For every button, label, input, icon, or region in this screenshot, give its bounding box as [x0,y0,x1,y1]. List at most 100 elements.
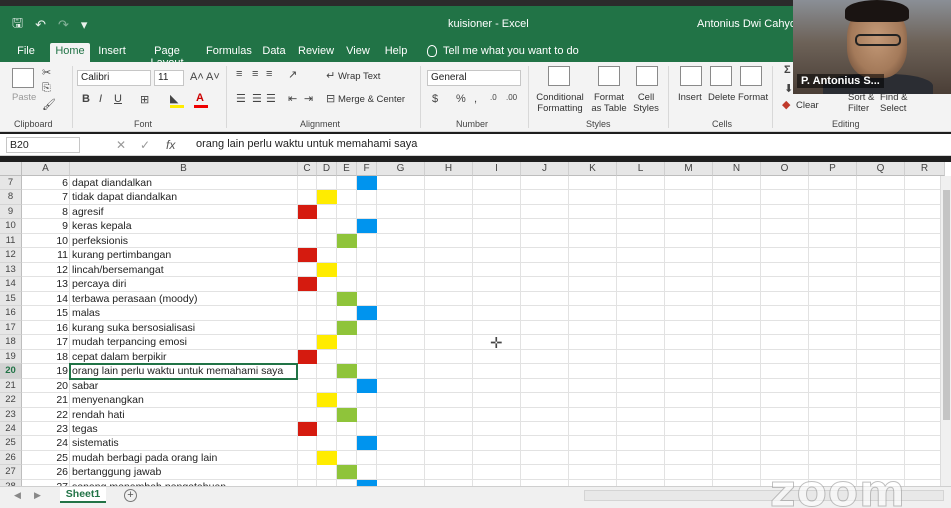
cell-number[interactable]: 20 [22,379,70,393]
insert-function-button[interactable]: fx [166,138,175,152]
cell-number[interactable]: 13 [22,277,70,291]
cell-text[interactable]: mudah terpancing emosi [72,335,187,349]
paste-icon[interactable] [12,68,34,88]
tab-review[interactable]: Review [298,43,334,62]
row-header[interactable]: 16 [0,306,22,321]
cell-number[interactable]: 24 [22,436,70,450]
cell-styles-button[interactable]: Cell Styles [632,92,660,114]
find-select-button[interactable]: Find & Select [880,92,914,114]
comma-button[interactable]: , [474,93,477,105]
column-header-k[interactable]: K [569,162,617,176]
cell-number[interactable]: 26 [22,465,70,479]
row-header[interactable]: 18 [0,335,22,350]
cell-text[interactable]: keras kepala [72,219,132,233]
color-fill-cell-e[interactable] [337,233,357,248]
row-header[interactable]: 13 [0,262,22,278]
format-as-table-button[interactable]: Format as Table [588,92,630,114]
cell-text[interactable]: bertanggung jawab [72,465,161,479]
merge-icon[interactable]: ⊟ [326,92,335,105]
color-fill-cell-f[interactable] [357,306,377,321]
cell-number[interactable]: 22 [22,408,70,422]
top-align-icon[interactable]: ≡ [236,68,242,80]
row-header[interactable]: 21 [0,378,22,394]
tab-file[interactable]: File [12,43,40,62]
row-header[interactable]: 8 [0,190,22,205]
wrap-text-icon[interactable]: ↵ [326,69,335,82]
color-fill-cell-e[interactable] [337,320,357,335]
font-size-box[interactable]: 11 [154,70,184,86]
align-left-icon[interactable]: ☰ [236,92,246,105]
cell-text[interactable]: cepat dalam berpikir [72,350,167,364]
tab-data[interactable]: Data [260,43,288,62]
column-header-o[interactable]: O [761,162,809,176]
sheet-prev-icon[interactable]: ◀ [14,490,21,501]
tell-me-search[interactable]: Tell me what you want to do [427,45,579,57]
row-header[interactable]: 11 [0,233,22,249]
cell-number[interactable]: 17 [22,335,70,349]
row-header[interactable]: 26 [0,450,22,466]
row-header[interactable]: 23 [0,407,22,422]
column-header-f[interactable]: F [357,162,377,176]
wrap-text-button[interactable]: Wrap Text [338,71,380,82]
currency-button[interactable]: $ [432,93,438,105]
color-fill-cell-f[interactable] [357,436,377,451]
row-header[interactable]: 25 [0,436,22,451]
align-right-icon[interactable]: ☰ [266,92,276,105]
cell-text[interactable]: menyenangkan [72,393,144,407]
cell-text[interactable]: agresif [72,205,104,219]
borders-icon[interactable]: ⊞ [140,93,149,106]
delete-cells-button[interactable]: Delete [708,92,735,103]
column-header-l[interactable]: L [617,162,665,176]
row-header[interactable]: 14 [0,277,22,292]
add-sheet-icon[interactable]: + [124,489,137,502]
column-header-e[interactable]: E [337,162,357,176]
cell-number[interactable]: 11 [22,248,70,262]
cell-number[interactable]: 8 [22,205,70,219]
bold-button[interactable]: B [82,93,90,105]
tab-formulas[interactable]: Formulas [206,43,252,62]
cell-number[interactable]: 21 [22,393,70,407]
font-color-icon[interactable]: A [196,92,204,104]
cell-number[interactable]: 7 [22,190,70,204]
fill-color-icon[interactable]: ◣ [170,92,178,105]
cell-text[interactable]: percaya diri [72,277,126,291]
autosum-icon[interactable]: Σ [784,64,791,76]
decrease-decimal-icon[interactable]: .00 [506,93,517,102]
row-header[interactable]: 15 [0,291,22,307]
save-icon[interactable]: 🖫 [12,14,23,36]
vertical-scrollbar[interactable] [940,176,951,486]
cell-number[interactable]: 25 [22,451,70,465]
cell-number[interactable]: 9 [22,219,70,233]
conditional-formatting-button[interactable]: Conditional Formatting [536,92,584,114]
color-fill-cell-c[interactable] [298,204,317,219]
decrease-indent-icon[interactable]: ⇤ [288,92,297,105]
cell-number[interactable]: 19 [22,364,70,378]
row-header[interactable]: 27 [0,465,22,480]
tab-view[interactable]: View [344,43,372,62]
select-all-corner[interactable] [0,162,22,176]
paste-label[interactable]: Paste [12,92,36,103]
column-header-q[interactable]: Q [857,162,905,176]
row-header[interactable]: 20 [0,364,22,379]
color-fill-cell-d[interactable] [317,393,337,408]
underline-button[interactable]: U [114,93,122,105]
worksheet-grid[interactable]: ABCDEFGHIJKLMNOPQR 7 6 dapat diandalkan 8 7 t… [0,162,951,486]
column-header-c[interactable]: C [298,162,317,176]
cell-number[interactable]: 12 [22,263,70,277]
format-painter-icon[interactable]: 🖌 [42,98,56,111]
sheet-next-icon[interactable]: ▶ [34,490,41,501]
align-center-icon[interactable]: ☰ [252,92,262,105]
delete-cells-icon[interactable] [710,66,732,86]
color-fill-cell-c[interactable] [298,421,317,436]
insert-cells-icon[interactable] [680,66,702,86]
color-fill-cell-d[interactable] [317,450,337,465]
column-header-i[interactable]: I [473,162,521,176]
color-fill-cell-f[interactable] [357,378,377,393]
column-header-j[interactable]: J [521,162,569,176]
user-name[interactable]: Antonius Dwi Cahyono [697,18,808,30]
percent-button[interactable]: % [456,93,466,105]
middle-align-icon[interactable]: ≡ [252,68,258,80]
cell-text[interactable]: lincah/bersemangat [72,263,164,277]
redo-icon[interactable]: ↷ [58,17,69,33]
name-box[interactable]: B20 [6,137,80,153]
